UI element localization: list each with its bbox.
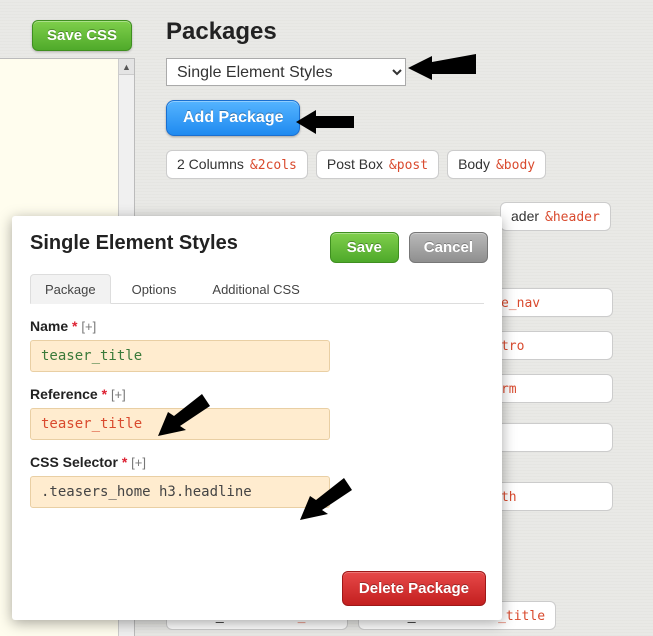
scroll-up-icon[interactable]: ▲ <box>119 59 134 75</box>
package-tag[interactable]: Body &body <box>447 150 546 179</box>
package-tag[interactable]: ll_width <box>483 482 613 511</box>
expand-icon[interactable]: [+] <box>81 319 96 334</box>
css-selector-input[interactable] <box>30 476 330 508</box>
name-label: Name * [+] <box>30 318 484 334</box>
dialog-tabs: Package Options Additional CSS <box>30 273 484 304</box>
delete-package-button[interactable]: Delete Package <box>342 571 486 606</box>
required-icon: * <box>122 454 127 470</box>
dialog-cancel-button[interactable]: Cancel <box>409 232 488 263</box>
package-tag-list-overflow: archive_nav nts_intro ent_form losed ll_… <box>483 288 633 525</box>
tag-label: Body <box>458 156 490 172</box>
package-type-select[interactable]: Single Element Styles <box>166 58 406 86</box>
edit-package-dialog: Single Element Styles Save Cancel Packag… <box>12 216 502 620</box>
required-icon: * <box>72 318 77 334</box>
tab-options[interactable]: Options <box>117 274 192 304</box>
package-tag-list: 2 Columns &2cols Post Box &post Body &bo… <box>166 150 636 179</box>
reference-label: Reference * [+] <box>30 386 484 402</box>
expand-icon[interactable]: [+] <box>131 455 146 470</box>
dialog-save-button[interactable]: Save <box>330 232 399 263</box>
tag-label: ader <box>511 208 539 224</box>
name-input[interactable] <box>30 340 330 372</box>
css-selector-label: CSS Selector * [+] <box>30 454 484 470</box>
page-title: Packages <box>166 18 277 46</box>
package-tag[interactable]: archive_nav <box>483 288 613 317</box>
save-css-button[interactable]: Save CSS <box>32 20 132 51</box>
required-icon: * <box>102 386 107 402</box>
package-tag[interactable]: 2 Columns &2cols <box>166 150 308 179</box>
package-tag[interactable]: ent_form <box>483 374 613 403</box>
tab-package[interactable]: Package <box>30 274 111 304</box>
tag-ref: &body <box>496 158 535 173</box>
package-tag[interactable]: nts_intro <box>483 331 613 360</box>
tag-ref: &post <box>389 158 428 173</box>
package-tag[interactable]: losed <box>483 423 613 452</box>
tag-label: 2 Columns <box>177 156 244 172</box>
tab-additional-css[interactable]: Additional CSS <box>197 274 314 304</box>
package-tag[interactable]: ader &header <box>500 202 611 231</box>
tag-ref: &2cols <box>250 158 297 173</box>
tag-ref: &header <box>545 210 600 225</box>
tag-label: Post Box <box>327 156 383 172</box>
expand-icon[interactable]: [+] <box>111 387 126 402</box>
reference-input[interactable] <box>30 408 330 440</box>
add-package-button[interactable]: Add Package <box>166 100 300 136</box>
package-tag[interactable]: Post Box &post <box>316 150 439 179</box>
